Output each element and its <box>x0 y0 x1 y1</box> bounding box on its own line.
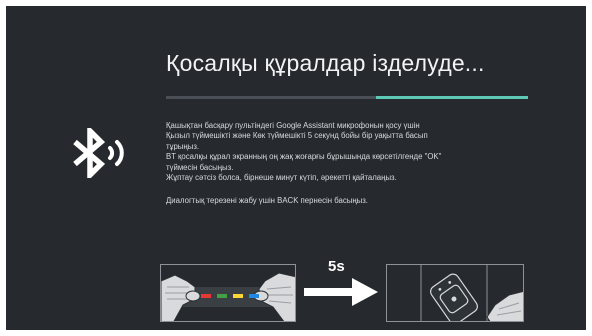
pairing-progress-fill <box>375 96 528 99</box>
instruction-line: Қызыл түймешікті және Көк түймешікті 5 с… <box>166 131 428 141</box>
instruction-line: Жұптау сәтсіз болса, бірнеше минут күтіп… <box>166 173 397 183</box>
press-buttons-illustration <box>160 264 296 322</box>
right-arrow-icon <box>302 278 380 306</box>
tv-ok-illustration <box>386 264 524 322</box>
blue-button <box>249 294 259 298</box>
pairing-dialog: Қосалқы құралдар ізделуде... Қашықтан ба… <box>6 6 586 330</box>
pairing-progress-bar <box>166 96 528 99</box>
instruction-line: тұрыңыз. <box>166 141 200 151</box>
bluetooth-searching-icon <box>66 128 134 178</box>
instruction-line: түймесін басыңыз. <box>166 162 234 172</box>
red-button <box>201 294 211 298</box>
yellow-button <box>233 294 243 298</box>
back-hint: Диалогтық терезені жабу үшін BACK пернес… <box>166 196 368 206</box>
instruction-line: Қашықтан басқару пультіндегі Google Assi… <box>166 121 420 130</box>
instruction-line: BT қосалқы құрал экранның оң жақ жоғарғы… <box>166 152 442 162</box>
green-button <box>217 294 227 298</box>
dialog-title: Қосалқы құралдар ізделуде... <box>166 50 485 76</box>
instructions-text: Қашықтан басқару пультіндегі Google Assi… <box>166 121 566 207</box>
duration-label: 5s <box>328 258 345 275</box>
